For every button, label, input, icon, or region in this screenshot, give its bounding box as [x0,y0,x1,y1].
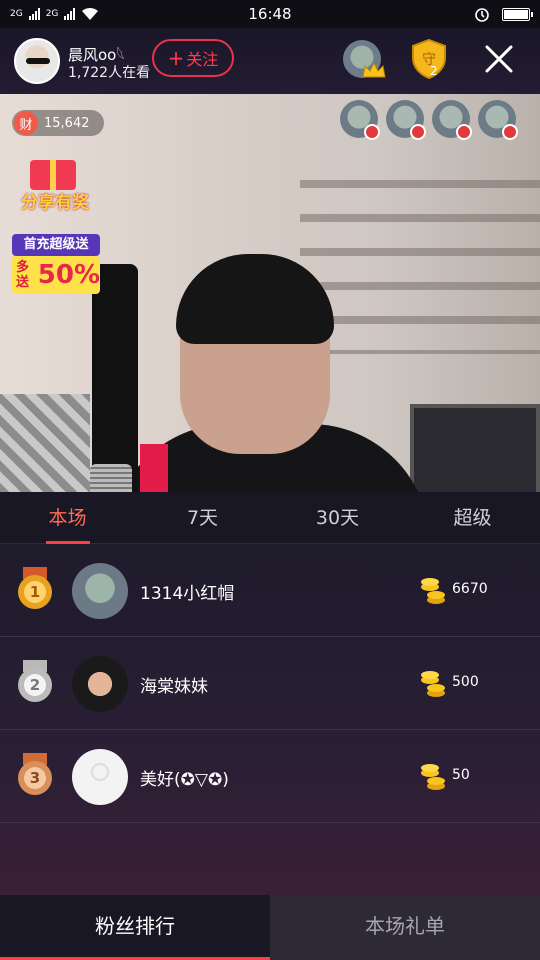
tab-7days[interactable]: 7天 [135,492,270,543]
coin-stack-icon [421,671,445,697]
battery-icon [502,7,533,21]
viewer-count: 1,722人在看 [68,65,151,81]
coin-stack-icon [421,578,445,604]
viewer-avatar-list [340,100,518,140]
tab-fan-ranking[interactable]: 粉丝排行 [0,895,270,960]
follow-button[interactable]: + 关注 [152,39,234,77]
viewer-avatar[interactable] [340,100,380,140]
host-avatar[interactable] [14,38,60,84]
list-item[interactable]: 2 海棠妹妹 500 [0,638,540,730]
viewer-avatar[interactable] [386,100,426,140]
tab-current[interactable]: 本场 [0,492,135,544]
sim1-label: 2G [10,9,23,19]
follow-label: 关注 [186,50,219,69]
signal-icon-2 [64,8,76,20]
alarm-icon [475,8,489,22]
fan-name: 海棠妹妹 [140,677,208,697]
viewer-avatar[interactable] [478,100,518,140]
wifi-icon [82,7,99,20]
close-icon[interactable] [482,42,516,76]
silver-medal-icon: 2 [18,660,52,702]
coin-value: 6670 [452,581,488,597]
list-item[interactable]: 3 美好(✪▽✪) 50 [0,731,540,823]
wealth-badge[interactable]: 财 15,642 [12,110,104,136]
avatar[interactable] [72,563,128,619]
bronze-medal-icon: 3 [18,753,52,795]
coin-value: 500 [452,674,479,690]
coin-stack-icon [421,764,445,790]
avatar[interactable] [72,749,128,805]
share-reward-banner[interactable]: 分享有奖 [12,160,98,216]
signal-icon [28,8,40,20]
bottom-tabs: 粉丝排行 本场礼单 [0,895,540,960]
gold-medal-icon: 1 [18,567,52,609]
guard-shield-icon[interactable]: 守 [410,38,448,80]
first-recharge-banner[interactable]: 首充超级送 多送 50% [12,234,100,298]
fan-name: 1314小红帽 [140,584,235,604]
live-header: 晨风oo𓆩 1,722人在看 + 关注 守 2 [0,28,540,94]
coin-value: 50 [452,767,470,783]
share-reward-text: 分享有奖 [21,193,89,213]
wealth-icon: 财 [14,111,38,135]
signal-indicators: 2G 2G [10,7,99,21]
recharge-prefix: 多送 [16,260,30,290]
guard-count: 2 [430,64,438,78]
recharge-percent: 50% [37,260,100,290]
wealth-value: 15,642 [44,115,90,131]
sim2-label: 2G [45,9,59,19]
avatar[interactable] [72,656,128,712]
tab-super[interactable]: 超级 [405,492,540,543]
plus-icon: + [167,46,185,70]
status-bar: 2G 2G 16:48 [0,0,540,28]
gift-icon [30,160,76,190]
tab-gift-list[interactable]: 本场礼单 [270,895,540,960]
viewer-avatar[interactable] [432,100,472,140]
list-item[interactable]: 1 1314小红帽 6670 [0,545,540,637]
crown-icon [362,62,386,78]
tab-30days[interactable]: 30天 [270,492,405,543]
recharge-title: 首充超级送 [12,234,100,256]
rank-tabs: 本场 7天 30天 超级 [0,492,540,544]
fan-name: 美好(✪▽✪) [140,770,229,790]
fan-rank-list: 1 1314小红帽 6670 2 海棠妹妹 500 3 美好(✪▽✪) 50 [0,545,540,895]
